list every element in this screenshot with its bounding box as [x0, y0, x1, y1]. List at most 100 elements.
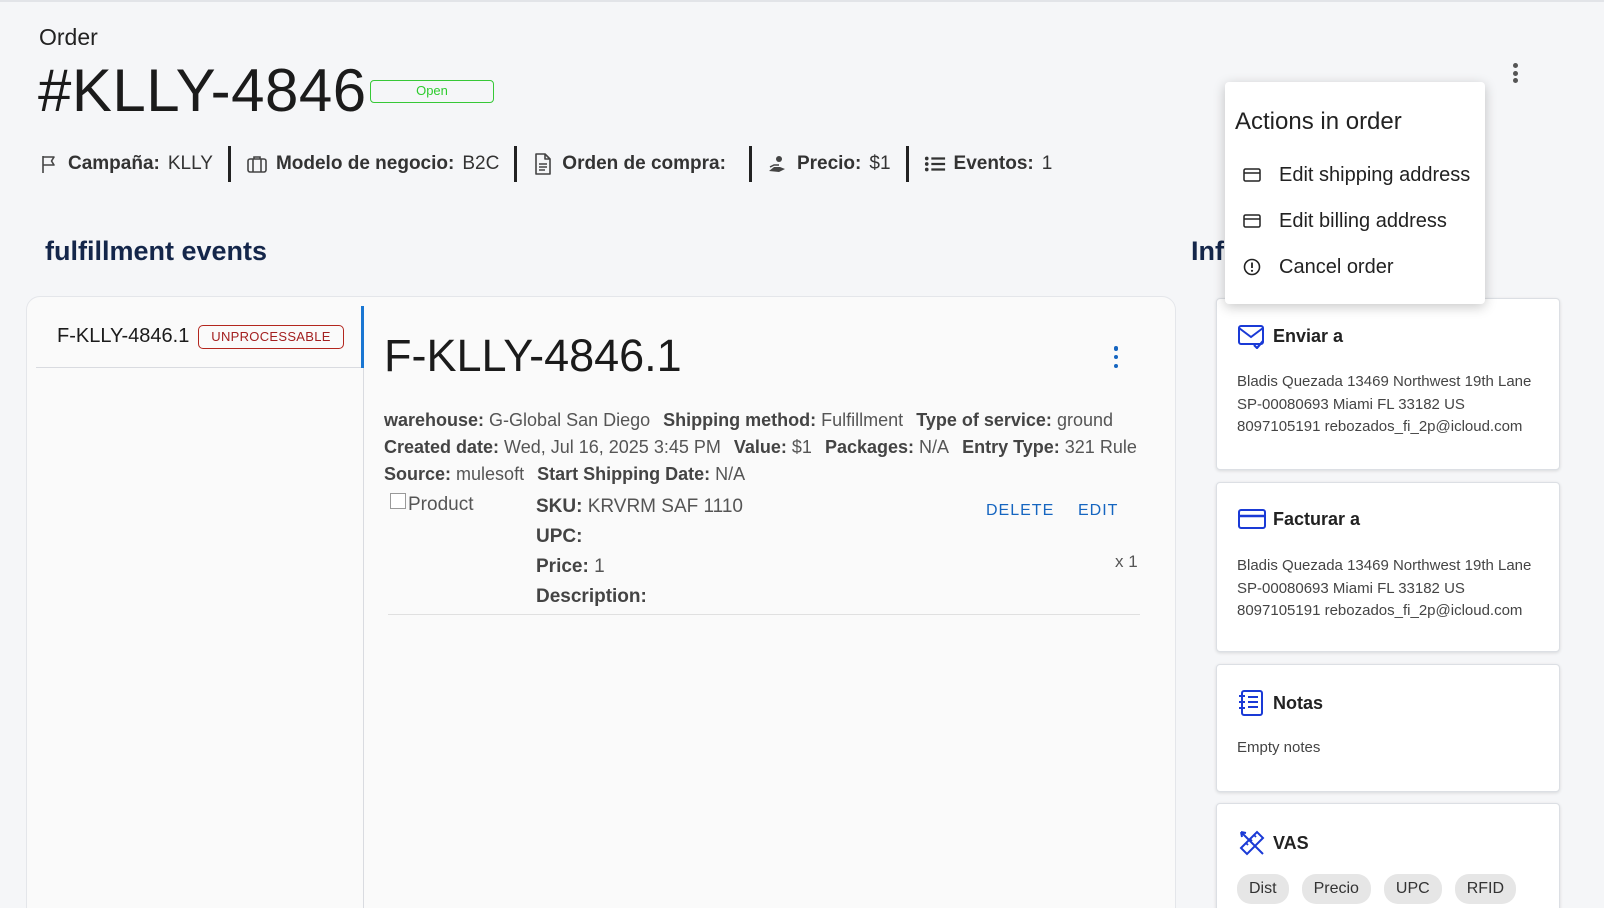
- vas-chip[interactable]: UPC: [1383, 874, 1442, 904]
- meta-events-label: Eventos:: [953, 153, 1034, 174]
- billing-card: Facturar a Bladis Quezada 13469 Northwes…: [1216, 482, 1560, 652]
- product-image-alt: Product: [408, 494, 474, 515]
- packages-value: N/A: [919, 437, 950, 457]
- kebab-dot: [1113, 346, 1119, 351]
- detail-row-3: Source: mulesoft Start Shipping Date: N/…: [384, 464, 753, 485]
- vas-card-title: VAS: [1273, 832, 1309, 853]
- meta-price-label: Precio:: [796, 153, 862, 174]
- product-sku: SKU: KRVRM SAF 1110: [536, 496, 743, 518]
- notes-body: Empty notes: [1237, 739, 1321, 756]
- billing-address-line: Bladis Quezada 13469 Northwest 19th Lane: [1237, 557, 1532, 574]
- hand-coin-icon: [767, 153, 789, 175]
- status-badge: Open: [370, 80, 494, 103]
- service-type-label: Type of service:: [916, 410, 1052, 430]
- delete-button[interactable]: DELETE: [986, 502, 1054, 520]
- menu-item-label: Edit shipping address: [1279, 163, 1471, 186]
- kebab-dot: [1512, 63, 1518, 68]
- billing-card-header: Facturar a: [1237, 507, 1360, 531]
- kebab-dot: [1113, 363, 1119, 368]
- fulfillment-title: F-KLLY-4846.1: [384, 330, 682, 381]
- product-description: Description:: [536, 586, 647, 608]
- menu-item-edit-shipping[interactable]: Edit shipping address: [1235, 155, 1480, 195]
- panel-divider: [363, 306, 364, 908]
- document-icon: [532, 153, 554, 175]
- value-label: Value:: [733, 437, 787, 457]
- menu-item-label: Edit billing address: [1279, 209, 1447, 232]
- vas-chip[interactable]: Precio: [1301, 874, 1371, 904]
- vas-card-header: VAS: [1237, 828, 1309, 858]
- quantity: x 1: [1115, 552, 1138, 571]
- shipping-card-header: Enviar a: [1237, 323, 1343, 349]
- flag-icon: [38, 153, 60, 175]
- unprocessable-badge: UNPROCESSABLE: [198, 325, 344, 349]
- meta-campaign: Campaña: KLLY: [38, 146, 228, 182]
- source-label: Source:: [384, 464, 452, 484]
- created-date-label: Created date:: [384, 437, 500, 457]
- billing-card-title: Facturar a: [1273, 508, 1361, 529]
- notes-card-header: Notas: [1237, 689, 1323, 717]
- meta-business-model-value: B2C: [462, 153, 500, 174]
- top-divider: [0, 0, 1604, 2]
- alert-circle-icon: [1243, 258, 1261, 276]
- shipping-method-label: Shipping method:: [663, 410, 817, 430]
- kebab-dot: [1113, 354, 1119, 360]
- shipping-address-line: SP-00080693 Miami FL 33182 US: [1237, 395, 1465, 413]
- description-label: Description:: [536, 586, 647, 607]
- order-actions-menu: Actions in order Edit shipping address E…: [1225, 82, 1485, 304]
- meta-business-model: Modelo de negocio: B2C: [231, 146, 514, 182]
- packages-label: Packages:: [824, 437, 915, 457]
- kebab-dot: [1512, 70, 1518, 76]
- shipping-address: Bladis Quezada 13469 Northwest 19th Lane…: [1237, 371, 1531, 439]
- vas-chip[interactable]: RFID: [1454, 874, 1517, 904]
- credit-card-icon: [1238, 509, 1266, 529]
- meta-events-value: 1: [1041, 153, 1053, 174]
- start-shipping-label: Start Shipping Date:: [537, 464, 711, 484]
- meta-events: Eventos: 1: [909, 146, 1068, 182]
- fulfillment-events-title: fulfillment events: [45, 236, 268, 266]
- service-type-value: ground: [1056, 410, 1114, 430]
- order-actions-menu-button[interactable]: [1505, 62, 1525, 84]
- briefcase-icon: [246, 153, 268, 175]
- info-section-title: Inf: [1191, 236, 1224, 266]
- broken-image-icon: [390, 493, 406, 509]
- fulfillment-list-item-id[interactable]: F-KLLY-4846.1: [57, 325, 189, 348]
- upc-label: UPC:: [536, 526, 583, 547]
- value-value: $1: [791, 437, 812, 457]
- page-title: #KLLY-4846: [38, 57, 367, 124]
- warehouse-value: G-Global San Diego: [489, 410, 651, 430]
- detail-row-2: Created date: Wed, Jul 16, 2025 3:45 PM …: [384, 437, 1145, 458]
- kebab-dot: [1512, 78, 1518, 83]
- vas-chip[interactable]: Dist: [1237, 874, 1289, 904]
- menu-item-cancel-order[interactable]: Cancel order: [1235, 247, 1480, 287]
- card-icon: [1243, 168, 1261, 182]
- meta-price: Precio: $1: [752, 146, 906, 182]
- created-date-value: Wed, Jul 16, 2025 3:45 PM: [504, 437, 721, 457]
- billing-address: Bladis Quezada 13469 Northwest 19th Lane…: [1237, 555, 1531, 623]
- mail-check-icon: [1238, 325, 1264, 349]
- notes-card-title: Notas: [1273, 692, 1324, 713]
- detail-row-1: warehouse: G-Global San Diego Shipping m…: [384, 410, 1121, 431]
- notebook-icon: [1239, 690, 1263, 716]
- warehouse-label: warehouse:: [384, 410, 485, 430]
- edit-button[interactable]: EDIT: [1078, 502, 1118, 520]
- product-price: Price: 1: [536, 556, 605, 578]
- sku-value: KRVRM SAF 1110: [587, 496, 743, 517]
- order-meta-row: Campaña: KLLY Modelo de negocio: B2C Ord…: [38, 146, 1067, 182]
- entry-type-label: Entry Type:: [962, 437, 1060, 457]
- card-icon: [1243, 214, 1261, 228]
- meta-business-model-label: Modelo de negocio:: [275, 153, 455, 174]
- price-label: Price:: [536, 556, 589, 577]
- list-icon: [924, 153, 946, 175]
- ruler-pencil-icon: [1239, 830, 1265, 856]
- menu-item-edit-billing[interactable]: Edit billing address: [1235, 201, 1480, 241]
- source-value: mulesoft: [456, 464, 525, 484]
- active-indicator: [361, 306, 364, 368]
- shipping-method-value: Fulfillment: [821, 410, 904, 430]
- notes-card: Notas Empty notes: [1216, 664, 1560, 792]
- shipping-address-line: 8097105191 rebozados_fi_2p@icloud.com: [1237, 418, 1523, 435]
- meta-campaign-label: Campaña:: [68, 153, 160, 174]
- meta-purchase-order-label: Orden de compra:: [562, 153, 726, 174]
- billing-address-line: 8097105191 rebozados_fi_2p@icloud.com: [1237, 602, 1523, 619]
- fulfillment-menu-button[interactable]: [1110, 346, 1122, 368]
- menu-title: Actions in order: [1235, 108, 1402, 135]
